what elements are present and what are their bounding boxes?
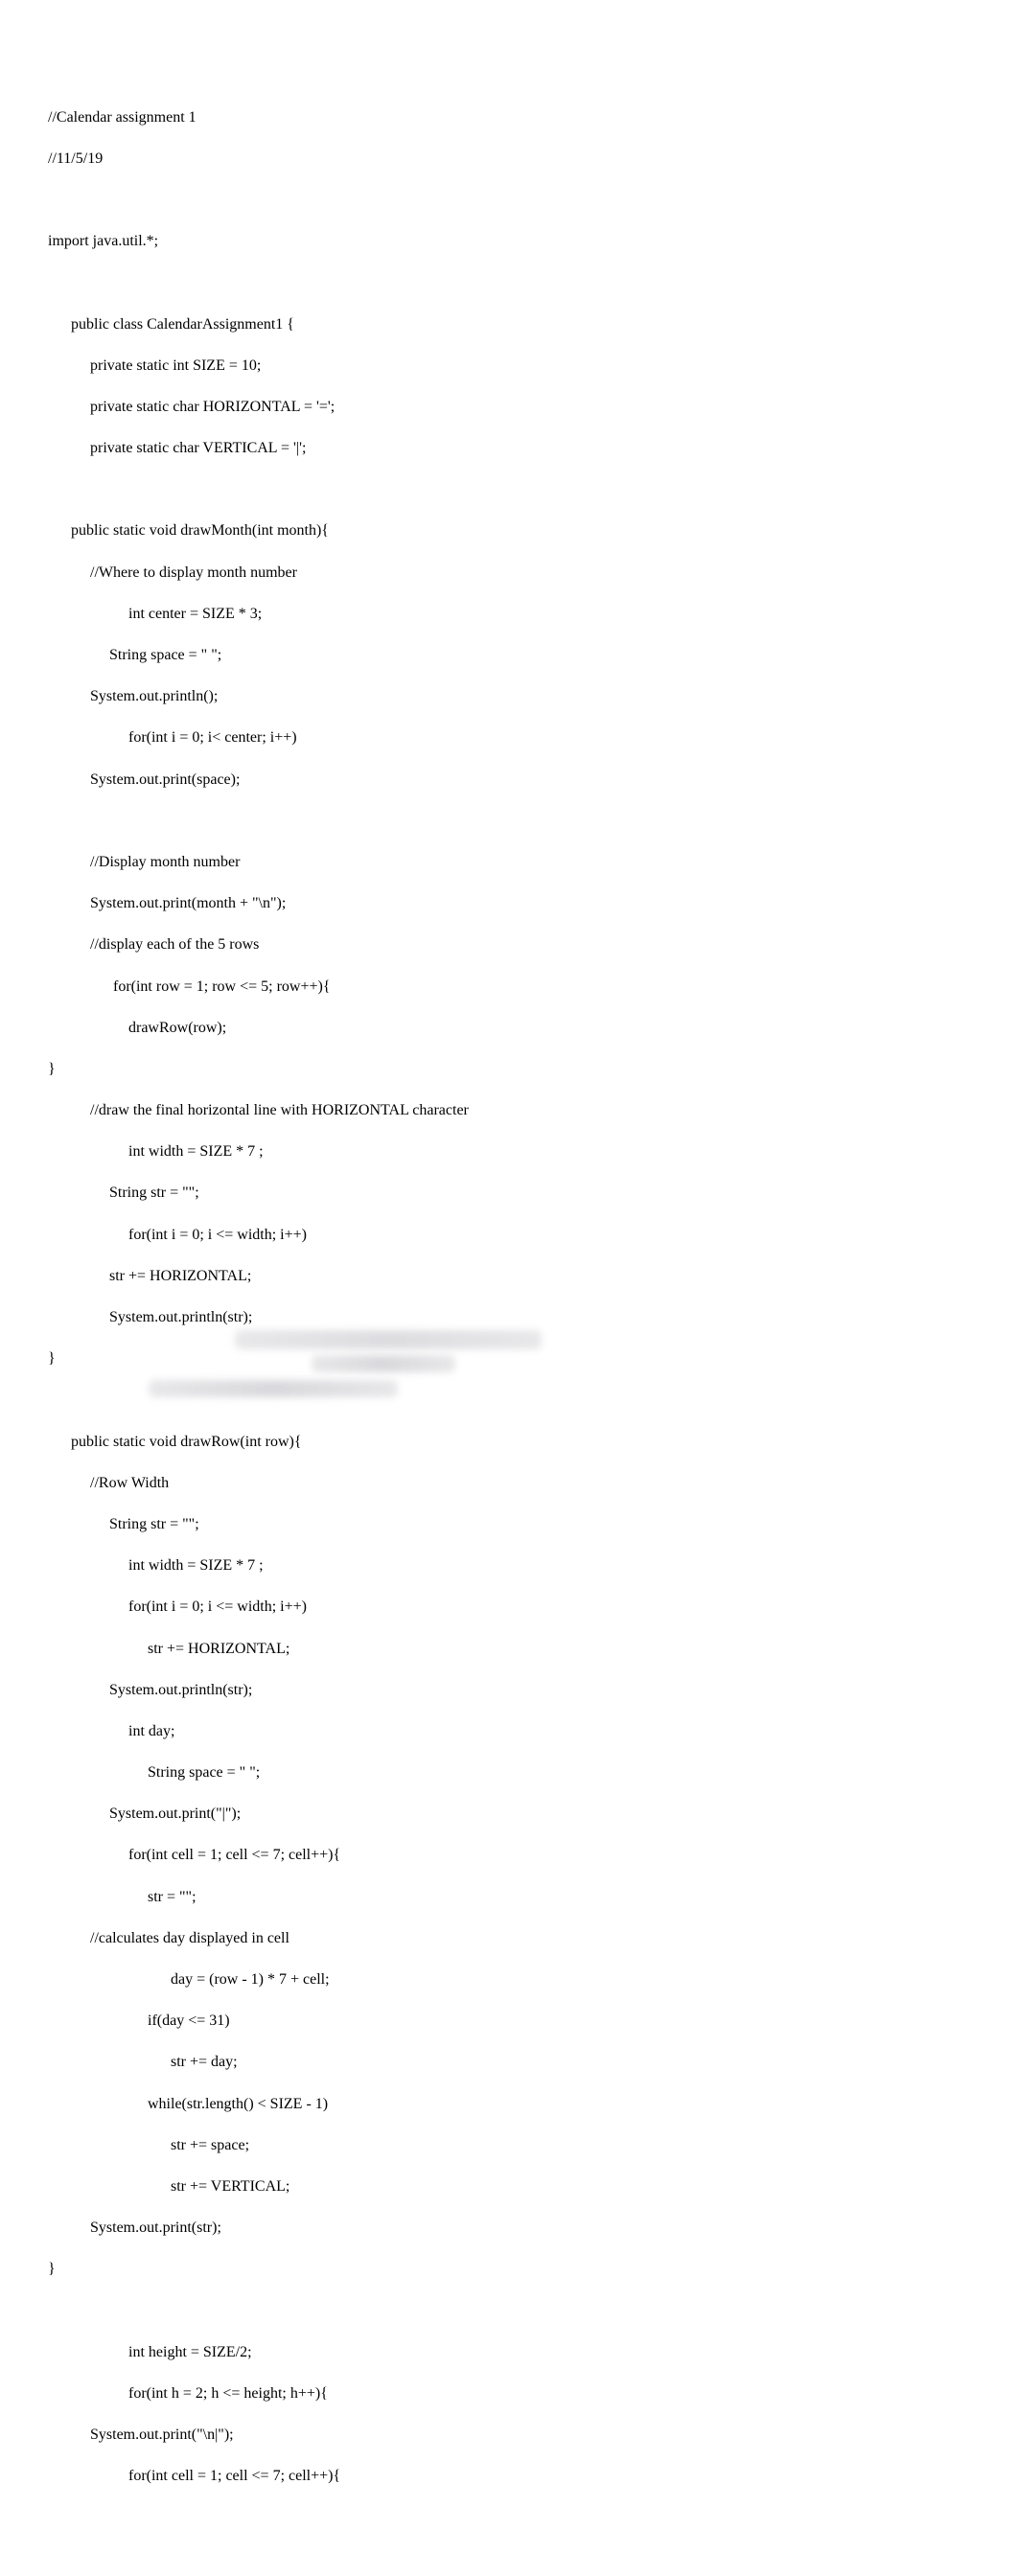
code-line: str += day; [48, 2054, 238, 2070]
code-line: for(int cell = 1; cell <= 7; cell++){ [48, 2468, 340, 2484]
code-line: int width = SIZE * 7 ; [48, 1143, 264, 1160]
blur-placeholder [149, 1380, 398, 1397]
blur-placeholder [235, 1330, 542, 1349]
code-line: int day; [48, 1723, 174, 1739]
code-line: str += HORIZONTAL; [48, 1641, 289, 1657]
code-line: private static char HORIZONTAL = '='; [48, 399, 335, 415]
code-line: } [48, 1061, 56, 1077]
code-line: System.out.print("\n|"); [48, 2426, 234, 2443]
code-line: String str = ""; [48, 1516, 199, 1532]
code-line: for(int i = 0; i <= width; i++) [48, 1598, 307, 1615]
code-line: //display each of the 5 rows [48, 936, 259, 953]
code-line: String space = " "; [48, 647, 221, 663]
code-line: //calculates day displayed in cell [48, 1930, 289, 1946]
code-line: } [48, 1350, 56, 1367]
code-line: int center = SIZE * 3; [48, 606, 262, 622]
code-line: day = (row - 1) * 7 + cell; [48, 1971, 330, 1988]
code-line: int width = SIZE * 7 ; [48, 1557, 264, 1574]
code-line: private static char VERTICAL = '|'; [48, 440, 306, 456]
code-line: if(day <= 31) [48, 2012, 230, 2029]
code-line: str += HORIZONTAL; [48, 1268, 251, 1284]
code-line: for(int h = 2; h <= height; h++){ [48, 2385, 328, 2402]
blur-placeholder [312, 1355, 455, 1372]
code-line: public static void drawRow(int row){ [48, 1434, 302, 1450]
code-line: //Row Width [48, 1475, 169, 1491]
code-line: drawRow(row); [48, 1020, 226, 1036]
code-line: public class CalendarAssignment1 { [48, 316, 294, 333]
code-line: String str = ""; [48, 1184, 199, 1201]
code-line: String space = " "; [48, 1764, 260, 1781]
code-line: //draw the final horizontal line with HO… [48, 1102, 469, 1118]
code-line: System.out.print(space); [48, 771, 240, 788]
code-line: private static int SIZE = 10; [48, 357, 261, 374]
code-line: System.out.print("|"); [48, 1806, 241, 1822]
code-line: int height = SIZE/2; [48, 2344, 252, 2360]
code-line: while(str.length() < SIZE - 1) [48, 2096, 328, 2112]
code-line: //Calendar assignment 1 [48, 109, 197, 126]
code-line: } [48, 2261, 56, 2277]
code-line: str += VERTICAL; [48, 2178, 289, 2195]
code-line: for(int cell = 1; cell <= 7; cell++){ [48, 1847, 340, 1863]
code-document: //Calendar assignment 1 //11/5/19 import… [0, 0, 1018, 2576]
code-line: str = ""; [48, 1889, 197, 1905]
code-line: for(int row = 1; row <= 5; row++){ [48, 978, 331, 995]
code-line: import java.util.*; [48, 233, 158, 249]
code-line: System.out.println(str); [48, 1682, 252, 1698]
code-line: System.out.print(str); [48, 2220, 221, 2236]
code-line: for(int i = 0; i <= width; i++) [48, 1227, 307, 1243]
blurred-content [149, 1322, 590, 1409]
code-line: //Where to display month number [48, 564, 297, 581]
code-line: public static void drawMonth(int month){ [48, 522, 329, 539]
code-line: System.out.print(month + "\n"); [48, 895, 286, 911]
code-line: //Display month number [48, 854, 240, 870]
code-line: str += space; [48, 2137, 249, 2153]
code-line: //11/5/19 [48, 150, 103, 167]
code-line: System.out.println(); [48, 688, 218, 704]
code-line: for(int i = 0; i< center; i++) [48, 729, 297, 746]
